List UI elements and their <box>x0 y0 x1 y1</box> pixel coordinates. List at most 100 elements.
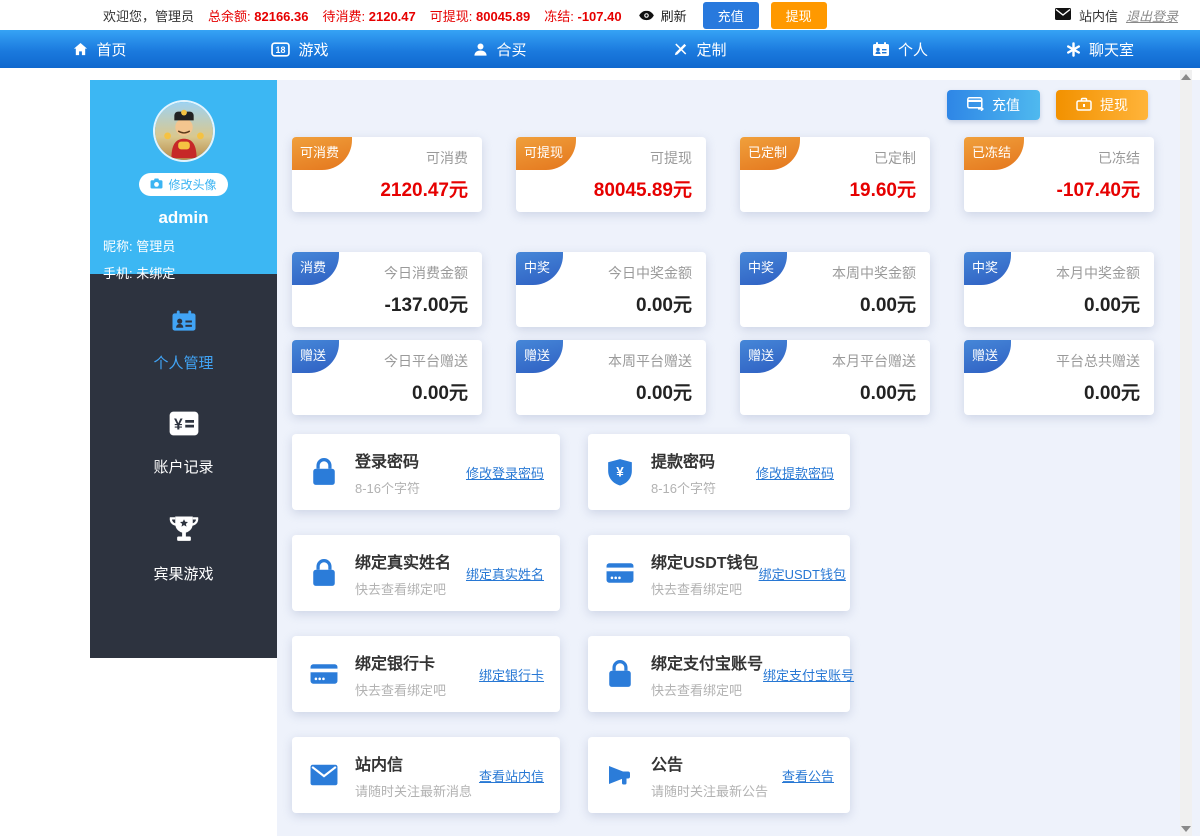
topbar: 欢迎您，管理员 总余额: 82166.36 待消费: 2120.47 可提现: … <box>0 0 1200 30</box>
setting-title: 提款密码 <box>651 448 716 472</box>
camera-icon <box>150 178 163 192</box>
total-balance-label: 总余额: <box>208 9 251 24</box>
stat-value: 0.00元 <box>636 290 692 317</box>
stat-title: 本月中奖金额 <box>1056 263 1140 283</box>
stat-card-month-win: 中奖 本月中奖金额 0.00元 <box>964 252 1154 327</box>
recharge-button-top[interactable]: 充值 <box>703 2 759 29</box>
nav-item-custom[interactable]: 定制 <box>600 30 800 68</box>
withdraw-button-top[interactable]: 提现 <box>771 2 827 29</box>
setting-subtitle: 快去查看绑定吧 <box>355 680 446 699</box>
stat-card-today-consume: 消费 今日消费金额 -137.00元 <box>292 252 482 327</box>
nav-item-label: 聊天室 <box>1089 39 1134 60</box>
setting-subtitle: 8-16个字符 <box>651 478 716 497</box>
lock-icon <box>308 559 340 587</box>
megaphone-icon <box>604 763 636 787</box>
stat-value: 0.00元 <box>1084 290 1140 317</box>
view-site-mail-link[interactable]: 查看站内信 <box>479 766 544 785</box>
idcard-icon <box>171 319 197 336</box>
sidebar-item-account-records[interactable]: ¥ 账户记录 <box>90 397 277 501</box>
setting-text: 绑定支付宝账号快去查看绑定吧 <box>651 650 763 699</box>
nav-item-label: 首页 <box>96 39 126 60</box>
svg-text:¥: ¥ <box>174 417 183 434</box>
setting-subtitle: 快去查看绑定吧 <box>355 579 451 598</box>
sidebar-menu: 个人管理 ¥ 账户记录 宾果游戏 <box>90 274 277 658</box>
card-withdraw-password: ¥ 提款密码 8-16个字符 修改提款密码 <box>588 434 850 510</box>
yen-card-icon: ¥ <box>169 423 199 440</box>
logout-link[interactable]: 退出登录 <box>1126 6 1178 25</box>
stat-title: 平台总共赠送 <box>1056 351 1140 371</box>
scroll-up-arrow[interactable] <box>1181 74 1191 80</box>
setting-subtitle: 请随时关注最新消息 <box>355 781 472 800</box>
stat-card-week-gift: 赠送 本周平台赠送 0.00元 <box>516 340 706 415</box>
nav-item-games[interactable]: 18 游戏 <box>200 30 400 68</box>
action-buttons: 充值 提现 <box>277 90 1200 120</box>
setting-text: 登录密码8-16个字符 <box>355 448 420 497</box>
sidebar-item-label: 个人管理 <box>90 352 277 373</box>
card-announcement: 公告请随时关注最新公告 查看公告 <box>588 737 850 813</box>
stat-badge: 赠送 <box>964 340 1011 373</box>
stat-badge: 可消费 <box>292 137 352 170</box>
nav-item-label: 定制 <box>696 39 726 60</box>
bind-alipay-link[interactable]: 绑定支付宝账号 <box>763 665 854 684</box>
sidebar-item-personal-management[interactable]: 个人管理 <box>90 295 277 397</box>
stat-value: -107.40元 <box>1057 175 1140 202</box>
scroll-down-arrow[interactable] <box>1181 826 1191 832</box>
total-balance: 总余额: 82166.36 <box>208 6 308 25</box>
site-mail-link[interactable]: 站内信 <box>1079 6 1118 25</box>
nav-item-chatroom[interactable]: 聊天室 <box>1000 30 1200 68</box>
change-avatar-button[interactable]: 修改头像 <box>139 173 227 196</box>
home-icon <box>73 42 88 57</box>
nav-item-group-buy[interactable]: 合买 <box>400 30 600 68</box>
nav-item-home[interactable]: 首页 <box>0 30 200 68</box>
withdraw-button[interactable]: 提现 <box>1056 90 1148 120</box>
avatar[interactable] <box>155 102 213 160</box>
shield-yen-icon: ¥ <box>604 458 636 486</box>
recharge-button[interactable]: 充值 <box>947 90 1040 120</box>
stat-card-today-gift: 赠送 今日平台赠送 0.00元 <box>292 340 482 415</box>
lock-icon <box>604 660 636 688</box>
bind-usdt-wallet-link[interactable]: 绑定USDT钱包 <box>759 564 846 583</box>
stat-badge: 可提现 <box>516 137 576 170</box>
stat-badge: 已定制 <box>740 137 800 170</box>
setting-subtitle: 快去查看绑定吧 <box>651 680 763 699</box>
setting-text: 绑定USDT钱包快去查看绑定吧 <box>651 549 759 598</box>
mail-icon <box>308 764 340 786</box>
setting-title: 绑定USDT钱包 <box>651 549 759 573</box>
change-login-password-link[interactable]: 修改登录密码 <box>466 463 544 482</box>
refresh-button[interactable]: 刷新 <box>661 6 687 25</box>
vertical-scrollbar[interactable] <box>1180 70 1192 836</box>
stat-badge: 赠送 <box>740 340 787 373</box>
sidebar-item-bingo-games[interactable]: 宾果游戏 <box>90 501 277 608</box>
main-panel: 充值 提现 可消费 可消费 2120.47元 可提现 可提现 80045.89元… <box>277 80 1200 836</box>
lock-icon <box>308 458 340 486</box>
setting-subtitle: 快去查看绑定吧 <box>651 579 759 598</box>
stat-title: 已冻结 <box>1098 148 1140 168</box>
stat-value: 19.60元 <box>849 175 916 202</box>
stat-card-week-win: 中奖 本周中奖金额 0.00元 <box>740 252 930 327</box>
change-withdraw-password-link[interactable]: 修改提款密码 <box>756 463 834 482</box>
stat-title: 本周中奖金额 <box>832 263 916 283</box>
card-usdt-wallet: 绑定USDT钱包快去查看绑定吧 绑定USDT钱包 <box>588 535 850 611</box>
setting-text: 绑定真实姓名快去查看绑定吧 <box>355 549 451 598</box>
fan-icon <box>1066 42 1081 57</box>
mail-icon <box>1055 8 1071 23</box>
bind-bank-card-link[interactable]: 绑定银行卡 <box>479 665 544 684</box>
stat-title: 已定制 <box>874 148 916 168</box>
nav-item-personal[interactable]: 个人 <box>800 30 1000 68</box>
bind-real-name-link[interactable]: 绑定真实姓名 <box>466 564 544 583</box>
badge-18-icon: 18 <box>271 42 290 57</box>
stat-card-spendable: 可消费 可消费 2120.47元 <box>292 137 482 212</box>
stat-card-customized: 已定制 已定制 19.60元 <box>740 137 930 212</box>
stat-card-total-gift: 赠送 平台总共赠送 0.00元 <box>964 340 1154 415</box>
stat-title: 可消费 <box>426 148 468 168</box>
stat-badge: 已冻结 <box>964 137 1024 170</box>
setting-title: 绑定银行卡 <box>355 650 446 674</box>
eye-icon[interactable] <box>638 10 655 21</box>
total-balance-value: 82166.36 <box>254 9 308 24</box>
stat-value: 2120.47元 <box>380 175 468 202</box>
frozen: 冻结: -107.40 <box>544 6 621 25</box>
pending-consume-label: 待消费: <box>323 9 366 24</box>
stat-badge: 中奖 <box>516 252 563 285</box>
view-announcement-link[interactable]: 查看公告 <box>782 766 834 785</box>
withdrawable: 可提现: 80045.89 <box>430 6 530 25</box>
